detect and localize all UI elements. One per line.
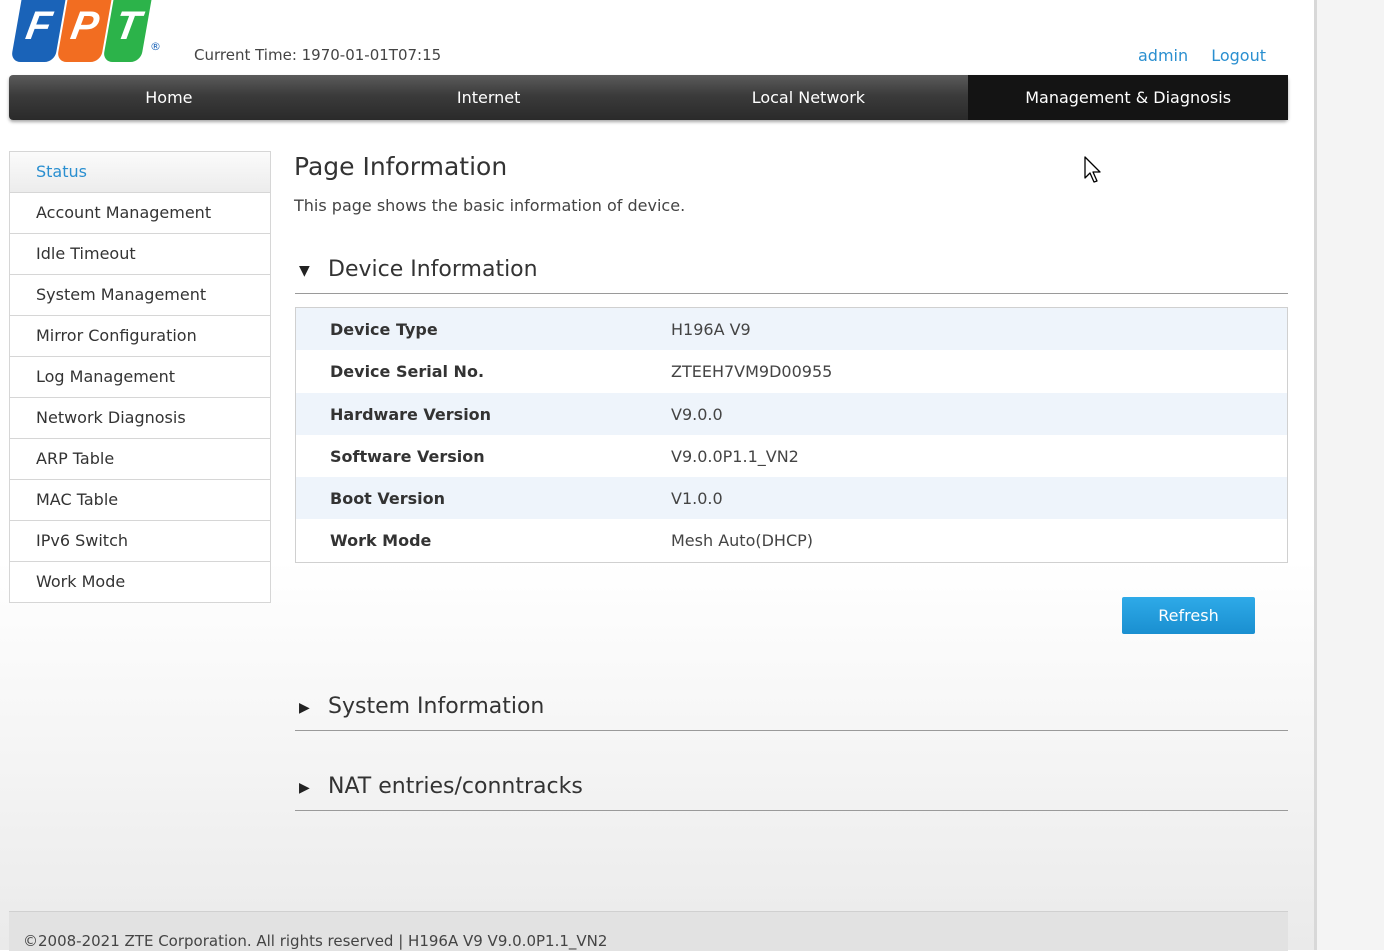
row-value: V9.0.0: [671, 404, 723, 424]
sidebar-item-account-management[interactable]: Account Management: [10, 192, 270, 233]
row-value: H196A V9: [671, 320, 751, 339]
sidebar-item-mac-table[interactable]: MAC Table: [10, 479, 270, 520]
expand-triangle-icon: ▶: [299, 780, 310, 796]
device-information-header[interactable]: ▼ Device Information: [295, 249, 1288, 294]
mouse-pointer-icon: [1084, 156, 1101, 183]
nav-local-network[interactable]: Local Network: [649, 75, 969, 120]
admin-link[interactable]: admin: [1138, 46, 1188, 65]
table-row: Software Version V9.0.0P1.1_VN2: [296, 435, 1287, 477]
row-value: V1.0.0: [671, 489, 723, 509]
table-row: Boot Version V1.0.0: [296, 477, 1287, 520]
section-title: Device Information: [328, 257, 538, 282]
row-label: Hardware Version: [330, 404, 492, 424]
sidebar-item-arp-table[interactable]: ARP Table: [10, 438, 270, 479]
sidebar-item-system-management[interactable]: System Management: [10, 274, 270, 315]
sidebar-menu: Status Account Management Idle Timeout S…: [9, 151, 271, 603]
registered-mark: ®: [150, 40, 161, 53]
row-label: Device Serial No.: [330, 362, 485, 382]
sidebar-item-network-diagnosis[interactable]: Network Diagnosis: [10, 397, 270, 438]
row-value: Mesh Auto(DHCP): [671, 531, 814, 551]
section-title: System Information: [328, 694, 545, 719]
main-nav: Home Internet Local Network Management &…: [9, 75, 1288, 120]
logout-link[interactable]: Logout: [1211, 46, 1266, 65]
device-info-table: Device Type H196A V9 Device Serial No. Z…: [295, 307, 1288, 563]
nav-management-diagnosis[interactable]: Management & Diagnosis: [968, 75, 1288, 120]
footer-copyright: ©2008-2021 ZTE Corporation. All rights r…: [23, 932, 608, 950]
current-time: Current Time: 1970-01-01T07:15: [194, 46, 442, 64]
row-label: Boot Version: [330, 489, 446, 509]
row-value: ZTEEH7VM9D00955: [671, 362, 833, 382]
sidebar-item-ipv6-switch[interactable]: IPv6 Switch: [10, 520, 270, 561]
section-title: NAT entries/conntracks: [328, 774, 583, 799]
page-description: This page shows the basic information of…: [294, 196, 686, 215]
system-information-header[interactable]: ▶ System Information: [295, 686, 1288, 731]
row-value: V9.0.0P1.1_VN2: [671, 446, 799, 466]
nav-home[interactable]: Home: [9, 75, 329, 120]
logo-letter-t: T: [102, 0, 152, 62]
row-label: Device Type: [330, 320, 438, 339]
sidebar-item-status[interactable]: Status: [10, 152, 270, 192]
sidebar-item-mirror-configuration[interactable]: Mirror Configuration: [10, 315, 270, 356]
row-label: Work Mode: [330, 531, 432, 551]
sidebar-item-log-management[interactable]: Log Management: [10, 356, 270, 397]
nav-internet[interactable]: Internet: [329, 75, 649, 120]
fpt-logo: F P T ®: [10, 0, 161, 66]
table-row: Work Mode Mesh Auto(DHCP): [296, 519, 1287, 561]
sidebar-item-idle-timeout[interactable]: Idle Timeout: [10, 233, 270, 274]
window-right-edge: [1314, 0, 1384, 950]
page-title: Page Information: [294, 152, 508, 181]
footer: ©2008-2021 ZTE Corporation. All rights r…: [9, 911, 1288, 951]
row-label: Software Version: [330, 446, 485, 466]
refresh-button[interactable]: Refresh: [1122, 597, 1255, 634]
nat-entries-header[interactable]: ▶ NAT entries/conntracks: [295, 766, 1288, 811]
table-row: Device Serial No. ZTEEH7VM9D00955: [296, 350, 1287, 392]
table-row: Device Type H196A V9: [296, 308, 1287, 351]
sidebar-item-work-mode[interactable]: Work Mode: [10, 561, 270, 602]
expand-triangle-icon: ▶: [299, 700, 310, 716]
user-links: admin Logout: [1120, 46, 1266, 65]
collapse-triangle-icon: ▼: [299, 263, 310, 279]
table-row: Hardware Version V9.0.0: [296, 392, 1287, 435]
